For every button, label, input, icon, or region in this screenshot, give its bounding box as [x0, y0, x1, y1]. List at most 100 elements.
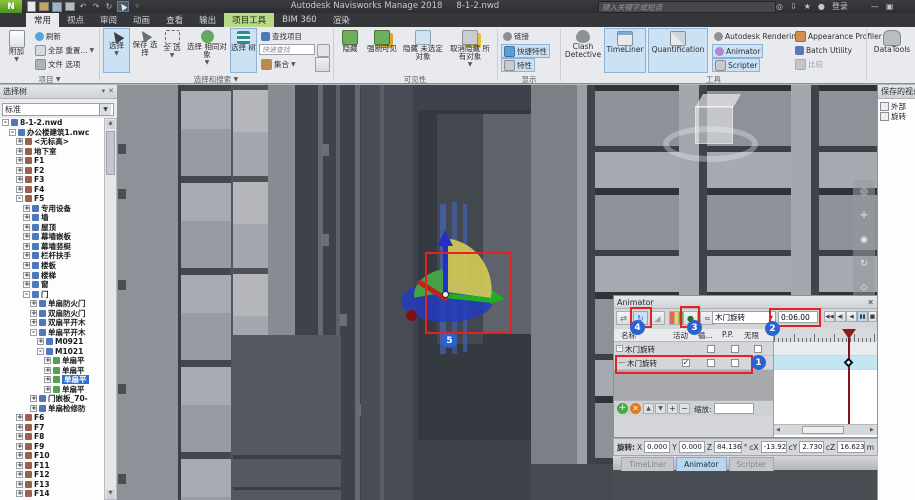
- new-file-icon[interactable]: [26, 2, 36, 11]
- quick-find-go-icon[interactable]: [317, 44, 330, 57]
- tree-item[interactable]: - 办公楼建筑1.nwc: [0, 128, 104, 138]
- tree-item[interactable]: - M1021: [0, 346, 104, 356]
- compare-button[interactable]: 比较: [793, 58, 825, 70]
- infocenter-search-input[interactable]: 键入关键字或短语: [598, 1, 776, 13]
- hide-button[interactable]: 隐藏: [337, 28, 363, 73]
- require-button[interactable]: 强制可见: [365, 28, 399, 73]
- expand-toggle-icon[interactable]: +: [16, 471, 23, 478]
- change-color-icon[interactable]: [669, 311, 684, 325]
- expand-toggle-icon[interactable]: +: [44, 386, 51, 393]
- expand-toggle-icon[interactable]: +: [16, 186, 23, 193]
- column-infinite[interactable]: 无限: [744, 330, 759, 341]
- tree-item[interactable]: + 单扇检修防: [0, 403, 104, 413]
- save-selection-button[interactable]: 保存 选择: [132, 28, 158, 73]
- tree-item[interactable]: + 窗: [0, 280, 104, 290]
- tree-item[interactable]: + F10: [0, 451, 104, 461]
- zoom-out-icon[interactable]: −: [679, 403, 690, 414]
- minimize-icon[interactable]: —: [871, 2, 879, 11]
- expand-toggle-icon[interactable]: +: [16, 443, 23, 450]
- expand-toggle-icon[interactable]: -: [2, 119, 9, 126]
- viewcube[interactable]: [695, 106, 733, 144]
- expand-toggle-icon[interactable]: +: [30, 310, 37, 317]
- quick-properties-button[interactable]: 快捷特性: [501, 44, 550, 58]
- tree-item[interactable]: + 楼梯: [0, 270, 104, 280]
- column-active[interactable]: 活动: [673, 330, 688, 341]
- clash-detective-button[interactable]: Clash Detective: [564, 28, 602, 73]
- redo-icon[interactable]: ↷: [91, 2, 101, 11]
- datatools-button[interactable]: DataTools: [870, 28, 914, 73]
- reset-all-button[interactable]: 全部 重置...▼: [33, 44, 96, 56]
- expand-toggle-icon[interactable]: +: [23, 262, 30, 269]
- expand-toggle-icon[interactable]: +: [23, 243, 30, 250]
- expand-toggle-icon[interactable]: +: [30, 405, 37, 412]
- collapse-icon[interactable]: -: [616, 345, 623, 352]
- scroll-left-icon[interactable]: ◀: [776, 427, 780, 433]
- delete-icon[interactable]: ✕: [630, 403, 641, 414]
- expand-toggle-icon[interactable]: +: [23, 233, 30, 240]
- animator-title-bar[interactable]: Animator ✕: [614, 296, 877, 309]
- tree-item[interactable]: + 栏杆扶手: [0, 251, 104, 261]
- expand-toggle-icon[interactable]: +: [23, 205, 30, 212]
- select-button[interactable]: 选择▼: [103, 28, 130, 73]
- timeline-animation-track[interactable]: [774, 356, 877, 370]
- expand-toggle-icon[interactable]: -: [9, 129, 16, 136]
- zoom-icon[interactable]: ◉: [860, 235, 868, 245]
- dock-tab[interactable]: Animator: [676, 457, 726, 471]
- zoom-in-icon[interactable]: +: [667, 403, 678, 414]
- scripter-button[interactable]: Scripter: [712, 58, 760, 72]
- undo-icon[interactable]: ↶: [78, 2, 88, 11]
- batch-utility-button[interactable]: Batch Utility: [793, 44, 854, 56]
- cy-field[interactable]: 2.730: [799, 441, 824, 453]
- expand-toggle-icon[interactable]: +: [30, 300, 37, 307]
- tree-item[interactable]: + 单扇平: [0, 375, 104, 385]
- tree-item[interactable]: + F4: [0, 185, 104, 195]
- timeline-scrollbar[interactable]: ◀ ▶: [774, 424, 877, 435]
- expand-toggle-icon[interactable]: +: [30, 395, 37, 402]
- tree-item[interactable]: + F7: [0, 423, 104, 433]
- scroll-right-icon[interactable]: ▶: [870, 427, 874, 433]
- look-icon[interactable]: ◇: [861, 283, 868, 293]
- playhead-line[interactable]: [848, 333, 850, 424]
- x-field[interactable]: 0.000: [644, 441, 670, 453]
- scrollbar-up-icon[interactable]: ▲: [106, 120, 115, 129]
- viewpoint-item[interactable]: 外部: [880, 101, 915, 111]
- unhide-all-button[interactable]: 取消隐藏 所有对象▼: [447, 28, 493, 73]
- ribbon-tab[interactable]: 输出: [191, 13, 224, 27]
- tree-item[interactable]: + F13: [0, 480, 104, 490]
- tree-item[interactable]: + 楼板: [0, 261, 104, 271]
- timeliner-button[interactable]: TimeLiner: [604, 28, 646, 73]
- tree-item[interactable]: + 双扇平开木: [0, 318, 104, 328]
- select-all-button[interactable]: 全 选▼: [160, 28, 184, 73]
- tree-item[interactable]: + F14: [0, 489, 104, 499]
- save-icon[interactable]: [52, 2, 62, 11]
- expand-toggle-icon[interactable]: +: [44, 376, 51, 383]
- expand-toggle-icon[interactable]: +: [30, 319, 37, 326]
- tree-item[interactable]: + 单扇平: [0, 384, 104, 394]
- quick-find-input[interactable]: 快速查找: [259, 44, 315, 55]
- expand-toggle-icon[interactable]: +: [16, 148, 23, 155]
- sets-button[interactable]: 集合▼: [259, 58, 298, 70]
- expand-toggle-icon[interactable]: +: [16, 424, 23, 431]
- scrollbar-down-icon[interactable]: ▼: [106, 490, 115, 499]
- selection-tree-button[interactable]: 选择 树: [230, 28, 257, 73]
- tree-item[interactable]: - 门: [0, 289, 104, 299]
- expand-toggle-icon[interactable]: +: [16, 138, 23, 145]
- append-button[interactable]: 附加▼: [3, 28, 30, 73]
- dock-tab[interactable]: Scripter: [729, 457, 774, 471]
- tree-item[interactable]: + F12: [0, 470, 104, 480]
- cx-field[interactable]: -13.92: [761, 441, 787, 453]
- expand-toggle-icon[interactable]: -: [37, 348, 44, 355]
- move-up-icon[interactable]: ▲: [643, 403, 654, 414]
- pp-checkbox[interactable]: [731, 359, 739, 367]
- timeline-scene-track[interactable]: [774, 342, 877, 356]
- refresh-button[interactable]: 刷新: [33, 30, 63, 42]
- ribbon-tab[interactable]: 查看: [158, 13, 191, 27]
- tree-item[interactable]: - 单扇平开木: [0, 327, 104, 337]
- saved-viewpoints-list[interactable]: 外部 旋转: [880, 101, 915, 121]
- find-items-button[interactable]: 查找项目: [259, 30, 304, 42]
- tree-mode-dropdown[interactable]: 标准 ▼: [2, 103, 114, 116]
- properties-button[interactable]: 特性: [501, 58, 535, 72]
- ribbon-tab[interactable]: 视点: [59, 13, 92, 27]
- expand-toggle-icon[interactable]: +: [16, 490, 23, 497]
- scale-animation-set-icon[interactable]: ◢: [650, 311, 665, 325]
